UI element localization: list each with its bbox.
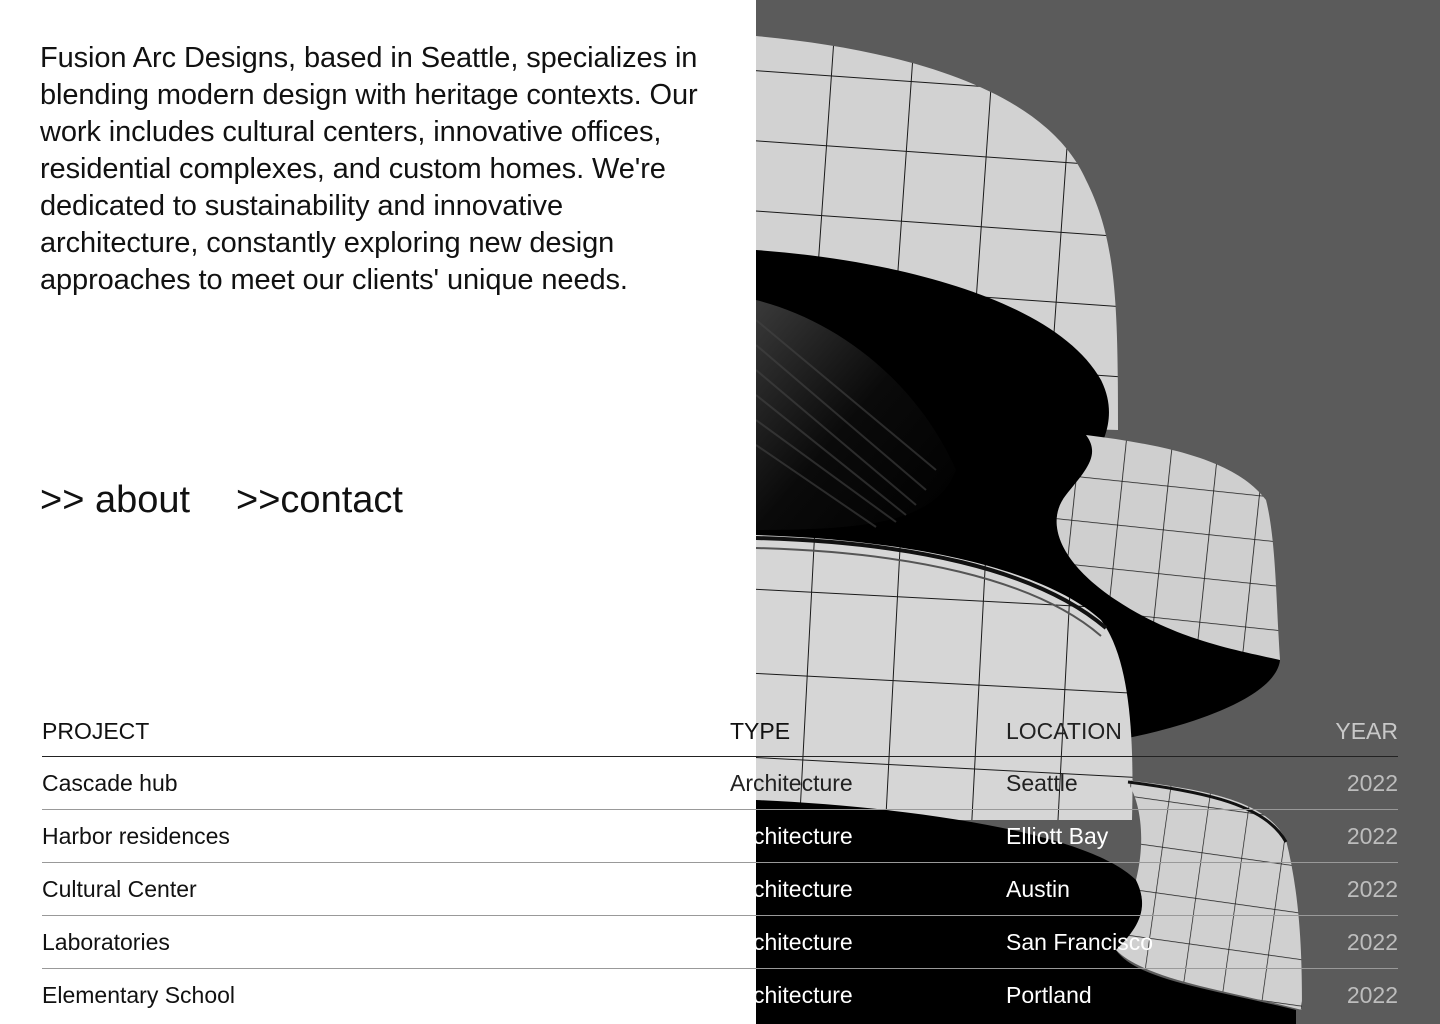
intro-paragraph: Fusion Arc Designs, based in Seattle, sp… xyxy=(40,42,698,296)
project-name[interactable]: Cascade hub xyxy=(42,756,730,810)
project-location: Portland xyxy=(1006,981,1092,1008)
project-year: 2022 xyxy=(1306,862,1398,916)
table-row[interactable]: Cascade hub Architecture Seattle 2022 xyxy=(42,756,1398,810)
column-header-type[interactable]: TYPE xyxy=(730,706,1006,757)
project-type: Architecture xyxy=(730,862,1006,916)
table-row[interactable]: Harbor residences Architecture Elliott B… xyxy=(42,809,1398,863)
project-type: Architecture xyxy=(730,981,853,1008)
project-name[interactable]: Cultural Center xyxy=(42,862,730,916)
project-year: 2022 xyxy=(1306,915,1398,969)
table-row[interactable]: Laboratories Architecture San Francisco … xyxy=(42,915,1398,969)
project-location: Seattle xyxy=(1006,756,1306,810)
project-name[interactable]: Harbor residences xyxy=(42,809,730,863)
column-header-project[interactable]: PROJECT xyxy=(42,706,730,757)
table-row[interactable]: Cultural Center Architecture Austin 2022 xyxy=(42,862,1398,916)
project-type: Architecture xyxy=(730,915,1006,969)
project-type: Architecture xyxy=(730,809,1006,863)
project-name[interactable]: Laboratories xyxy=(42,915,730,969)
about-link[interactable]: >> about xyxy=(40,476,190,524)
project-name[interactable]: Elementary School xyxy=(42,969,730,1022)
project-type: Architecture xyxy=(730,756,1006,810)
column-header-location[interactable]: LOCATION xyxy=(1006,706,1306,757)
column-header-year[interactable]: YEAR xyxy=(1306,706,1398,757)
contact-link[interactable]: >>contact xyxy=(236,476,403,524)
project-year: 2022 xyxy=(1346,981,1398,1008)
table-row[interactable]: Elementary School Architecture Portland … xyxy=(42,969,1398,1022)
project-year: 2022 xyxy=(1306,756,1398,810)
project-location: San Francisco xyxy=(1006,915,1306,969)
project-location: Elliott Bay xyxy=(1006,809,1306,863)
project-year: 2022 xyxy=(1306,809,1398,863)
project-location: Austin xyxy=(1006,862,1306,916)
projects-table: PROJECT TYPE LOCATION YEAR Cascade hub A… xyxy=(42,706,1398,1021)
table-header-row: PROJECT TYPE LOCATION YEAR xyxy=(42,706,1398,757)
primary-nav: >> about >>contact xyxy=(40,476,403,524)
